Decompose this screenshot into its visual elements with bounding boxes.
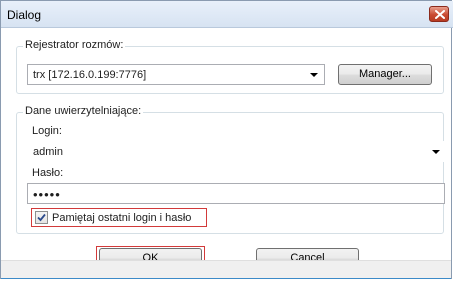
chevron-down-icon <box>432 150 440 154</box>
close-button[interactable] <box>429 6 449 22</box>
dialog-window: Dialog Rejestrator rozmów: trx [172.16.0… <box>0 0 453 279</box>
window-title: Dialog <box>7 8 42 22</box>
recorder-select[interactable]: trx [172.16.0.199:7776] <box>27 64 325 85</box>
login-combobox[interactable]: admin <box>27 141 447 162</box>
status-strip <box>1 260 451 278</box>
recorder-selected-value: trx [172.16.0.199:7776] <box>33 69 147 81</box>
credentials-legend: Dane uwierzytelniające: <box>23 105 144 117</box>
login-value: admin <box>33 146 63 158</box>
password-value: ••••• <box>33 187 61 202</box>
dialog-content: Rejestrator rozmów: trx [172.16.0.199:77… <box>1 28 451 271</box>
password-label: Hasło: <box>32 167 64 179</box>
recorder-legend: Rejestrator rozmów: <box>23 39 126 51</box>
login-label: Login: <box>32 125 62 137</box>
manager-button[interactable]: Manager... <box>338 64 432 85</box>
credentials-group: Dane uwierzytelniające: Login: admin Has… <box>16 105 447 234</box>
chevron-down-icon <box>310 73 318 77</box>
remember-checkbox[interactable] <box>35 211 48 224</box>
password-field[interactable]: ••••• <box>27 183 445 204</box>
remember-checkbox-container[interactable]: Pamiętaj ostatni login i hasło <box>31 208 207 227</box>
recorder-group: Rejestrator rozmów: trx [172.16.0.199:77… <box>16 39 444 94</box>
checkmark-icon <box>37 213 46 222</box>
close-icon <box>435 10 445 19</box>
remember-label: Pamiętaj ostatni login i hasło <box>52 212 192 224</box>
bottom-divider <box>1 278 451 279</box>
title-bar[interactable]: Dialog <box>1 1 453 28</box>
